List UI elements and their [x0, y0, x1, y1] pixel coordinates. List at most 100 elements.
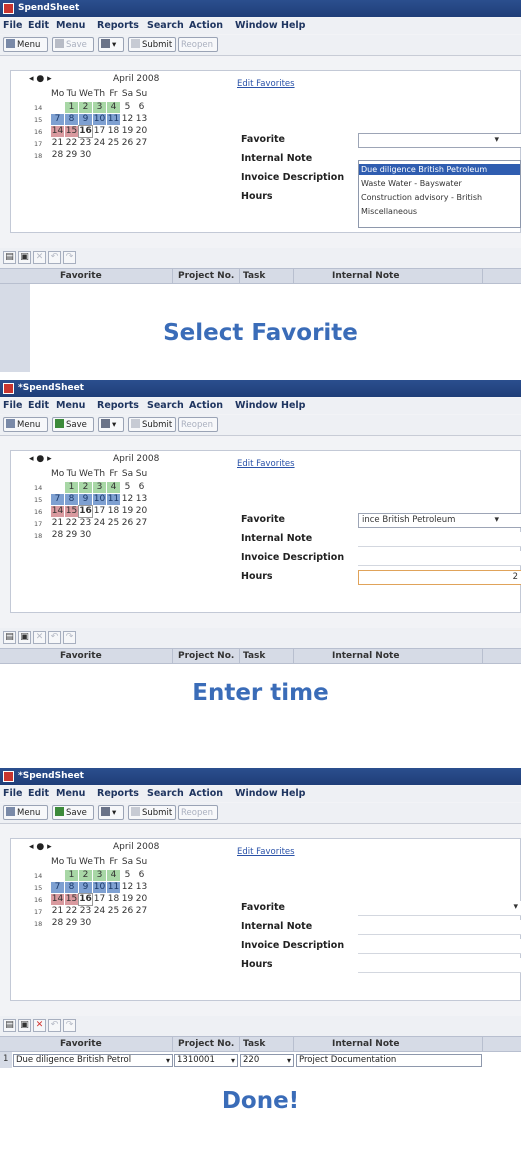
calendar-day[interactable]: 25	[107, 906, 120, 917]
submit-button[interactable]: Submit	[128, 417, 176, 432]
menu-action[interactable]: Action	[189, 398, 223, 414]
calendar-day[interactable]: 3	[93, 870, 106, 881]
calendar-day[interactable]: 20	[135, 126, 148, 137]
calendar-day[interactable]: 14	[51, 894, 64, 905]
new-row-icon[interactable]: ▤	[3, 251, 16, 264]
calendar-day[interactable]: 23	[79, 906, 92, 917]
reopen-button[interactable]: Reopen	[178, 417, 218, 432]
row-project-cell[interactable]: 1310001 ▾	[174, 1054, 238, 1067]
menu-help[interactable]: Help	[281, 398, 305, 414]
calendar-day[interactable]: 15	[65, 894, 78, 905]
new-row-icon[interactable]: ▤	[3, 631, 16, 644]
column-task[interactable]: Task	[243, 649, 265, 663]
calendar-day[interactable]: 16	[78, 893, 93, 906]
calendar-day[interactable]: 7	[51, 882, 64, 893]
calendar-day[interactable]: 28	[51, 150, 64, 161]
calendar-day[interactable]: 7	[51, 494, 64, 505]
menu-file[interactable]: File	[3, 18, 22, 34]
save-button[interactable]: Save	[52, 37, 94, 52]
column-internal-note[interactable]: Internal Note	[332, 1037, 399, 1051]
delete-row-icon[interactable]: ✕	[33, 631, 46, 644]
calendar-day[interactable]: 9	[79, 882, 92, 893]
calendar-day[interactable]: 22	[65, 138, 78, 149]
column-project-no[interactable]: Project No.	[178, 1037, 234, 1051]
calendar-day[interactable]: 29	[65, 530, 78, 541]
menu-search[interactable]: Search	[147, 18, 184, 34]
calendar-day[interactable]: 16	[78, 125, 93, 138]
menu-window[interactable]: Window	[235, 18, 278, 34]
redo-icon[interactable]: ↷	[63, 631, 76, 644]
calendar-day[interactable]: 5	[121, 482, 134, 493]
edit-favorites-link[interactable]: Edit Favorites	[237, 79, 295, 89]
calendar-day[interactable]: 13	[135, 494, 148, 505]
calendar-day[interactable]: 1	[65, 482, 78, 493]
internal-note-field[interactable]	[358, 532, 521, 547]
menu-window[interactable]: Window	[235, 398, 278, 414]
calendar-day[interactable]: 28	[51, 530, 64, 541]
print-button[interactable]: ▾	[98, 805, 124, 820]
undo-icon[interactable]: ↶	[48, 1019, 61, 1032]
edit-favorites-link[interactable]: Edit Favorites	[237, 459, 295, 469]
undo-icon[interactable]: ↶	[48, 631, 61, 644]
calendar-day[interactable]: 11	[107, 882, 120, 893]
calendar-day[interactable]: 24	[93, 906, 106, 917]
column-project-no[interactable]: Project No.	[178, 649, 234, 663]
calendar-day[interactable]: 30	[79, 918, 92, 929]
menu-menu[interactable]: Menu	[56, 18, 85, 34]
calendar-day[interactable]: 6	[135, 482, 148, 493]
calendar-day[interactable]: 23	[79, 518, 92, 529]
calendar-day[interactable]: 14	[51, 126, 64, 137]
column-favorite[interactable]: Favorite	[60, 649, 102, 663]
menu-search[interactable]: Search	[147, 398, 184, 414]
calendar-day[interactable]: 22	[65, 518, 78, 529]
menu-button[interactable]: Menu	[3, 805, 48, 820]
calendar-day[interactable]: 10	[93, 114, 106, 125]
submit-button[interactable]: Submit	[128, 805, 176, 820]
dropdown-option[interactable]: Construction advisory - British	[359, 192, 520, 203]
calendar-day[interactable]: 25	[107, 518, 120, 529]
invoice-description-field[interactable]	[358, 939, 521, 954]
submit-button[interactable]: Submit	[128, 37, 176, 52]
calendar-day[interactable]: 17	[93, 894, 106, 905]
calendar-day[interactable]: 4	[107, 482, 120, 493]
calendar-day[interactable]: 11	[107, 114, 120, 125]
calendar-day[interactable]: 29	[65, 150, 78, 161]
copy-row-icon[interactable]: ▣	[18, 1019, 31, 1032]
menu-edit[interactable]: Edit	[28, 786, 49, 802]
calendar-day[interactable]: 18	[107, 506, 120, 517]
calendar-day[interactable]: 10	[93, 882, 106, 893]
calendar-day[interactable]: 12	[121, 882, 134, 893]
copy-row-icon[interactable]: ▣	[18, 251, 31, 264]
internal-note-field[interactable]	[358, 920, 521, 935]
calendar-day[interactable]: 17	[93, 506, 106, 517]
calendar-day[interactable]: 9	[79, 494, 92, 505]
calendar-day[interactable]: 3	[93, 482, 106, 493]
menu-window[interactable]: Window	[235, 786, 278, 802]
calendar-day[interactable]: 5	[121, 102, 134, 113]
column-task[interactable]: Task	[243, 269, 265, 283]
menu-reports[interactable]: Reports	[97, 398, 139, 414]
column-internal-note[interactable]: Internal Note	[332, 649, 399, 663]
calendar-day[interactable]: 26	[121, 906, 134, 917]
calendar-day[interactable]: 2	[79, 102, 92, 113]
calendar-day[interactable]: 11	[107, 494, 120, 505]
hours-field[interactable]	[358, 958, 521, 973]
calendar-day[interactable]: 18	[107, 126, 120, 137]
hours-field[interactable]: 2	[358, 570, 521, 585]
calendar-day[interactable]: 9	[79, 114, 92, 125]
calendar-day[interactable]: 21	[51, 138, 64, 149]
calendar-day[interactable]: 16	[78, 505, 93, 518]
delete-row-icon[interactable]: ✕	[33, 1019, 46, 1032]
menu-search[interactable]: Search	[147, 786, 184, 802]
save-button[interactable]: Save	[52, 417, 94, 432]
calendar-day[interactable]: 21	[51, 906, 64, 917]
calendar-day[interactable]: 19	[121, 126, 134, 137]
calendar-day[interactable]: 2	[79, 482, 92, 493]
menu-menu[interactable]: Menu	[56, 398, 85, 414]
favorite-select[interactable]: ▾	[358, 901, 521, 916]
calendar-nav-icon[interactable]: ◂ ● ▸	[29, 74, 52, 84]
calendar-day[interactable]: 7	[51, 114, 64, 125]
menu-edit[interactable]: Edit	[28, 18, 49, 34]
favorite-select[interactable]: ▾	[358, 133, 521, 148]
calendar-day[interactable]: 6	[135, 870, 148, 881]
